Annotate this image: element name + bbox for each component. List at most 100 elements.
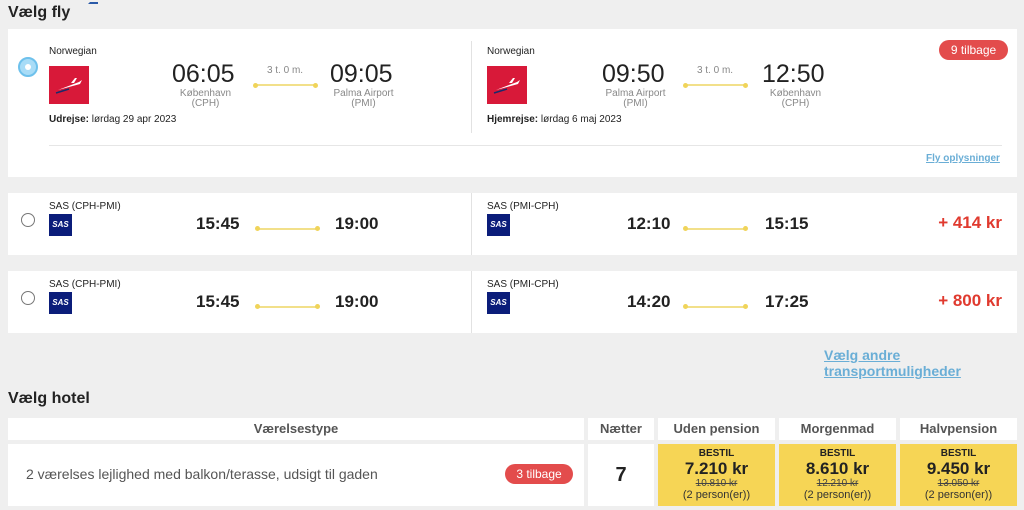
inbound-dep-place: Palma Airport (PMI) <box>598 89 673 109</box>
room-type-cell: 2 værelses lejlighed med balkon/terasse,… <box>8 444 584 506</box>
in-dep-time: 12:10 <box>627 214 671 233</box>
sas-logo-icon: SAS <box>487 214 510 236</box>
price-option-no-board[interactable]: BESTIL 7.210 kr 10.810 kr (2 person(er)) <box>658 444 775 506</box>
top-marker <box>88 0 98 4</box>
price-option-half-board[interactable]: BESTIL 9.450 kr 13.050 kr (2 person(er)) <box>900 444 1017 506</box>
divider <box>471 41 472 133</box>
rooms-left-badge: 3 tilbage <box>505 464 573 484</box>
book-label: BESTIL <box>698 448 735 459</box>
in-airline: SAS (PMI-CPH) <box>487 279 559 290</box>
in-dep-time: 14:20 <box>627 292 671 311</box>
inbound-date-value: lørdag 6 maj 2023 <box>538 114 622 125</box>
price-value: 9.450 kr <box>926 459 991 478</box>
hotel-section-title: Vælg hotel <box>8 390 90 407</box>
persons-label: (2 person(er)) <box>803 489 872 501</box>
header-nights: Nætter <box>588 418 654 440</box>
header-no-board: Uden pension <box>658 418 775 440</box>
inbound-route-line <box>685 84 745 86</box>
inbound-arr-place: København (CPH) <box>758 89 833 109</box>
route-dot <box>313 83 318 88</box>
norwegian-logo-icon <box>487 66 527 104</box>
room-type-name: 2 værelses lejlighed med balkon/terasse,… <box>26 466 378 482</box>
sas-logo-icon: SAS <box>49 214 72 236</box>
route-dot <box>683 226 688 231</box>
inbound-dep-code: (PMI) <box>623 98 648 109</box>
flight-info-link[interactable]: Fly oplysninger <box>926 153 1000 164</box>
out-dep-time: 15:45 <box>196 214 240 233</box>
outbound-arr-place: Palma Airport (PMI) <box>326 89 401 109</box>
alt-flight-card[interactable]: SAS (CPH-PMI) SAS 15:45 19:00 SAS (PMI-C… <box>8 271 1017 333</box>
sas-logo-icon: SAS <box>49 292 72 314</box>
divider <box>49 145 1002 146</box>
route-dot <box>743 226 748 231</box>
flights-section-title: Vælg fly <box>8 4 71 21</box>
book-label: BESTIL <box>819 448 856 459</box>
outbound-dep-time: 06:05 <box>172 60 235 88</box>
price-value: 8.610 kr <box>805 459 870 478</box>
inbound-dep-time: 09:50 <box>602 60 665 88</box>
old-price: 12.210 kr <box>816 478 859 489</box>
outbound-date-label: Udrejse: <box>49 114 90 125</box>
price-value: 7.210 kr <box>684 459 749 478</box>
outbound-airline: Norwegian <box>49 46 97 57</box>
flight-radio-selected[interactable] <box>18 57 38 77</box>
in-arr-time: 15:15 <box>765 214 809 233</box>
route-dot <box>743 304 748 309</box>
route-line <box>257 306 317 308</box>
route-dot <box>315 226 320 231</box>
header-half-board: Halvpension <box>900 418 1017 440</box>
book-label: BESTIL <box>940 448 977 459</box>
old-price: 10.810 kr <box>695 478 738 489</box>
outbound-route-line <box>255 84 315 86</box>
outbound-duration: 3 t. 0 m. <box>266 65 304 76</box>
alt-flight-card[interactable]: SAS (CPH-PMI) SAS 15:45 19:00 SAS (PMI-C… <box>8 193 1017 255</box>
price-option-breakfast[interactable]: BESTIL 8.610 kr 12.210 kr (2 person(er)) <box>779 444 896 506</box>
inbound-date-label: Hjemrejse: <box>487 114 539 125</box>
outbound-date-value: lørdag 29 apr 2023 <box>89 114 177 125</box>
route-line <box>257 228 317 230</box>
nights-value: 7 <box>588 444 654 506</box>
flight-radio[interactable] <box>21 213 35 227</box>
outbound-dep-code: (CPH) <box>191 98 220 109</box>
inbound-arr-time: 12:50 <box>762 60 825 88</box>
selected-flight-card[interactable]: Norwegian 06:05 København (CPH) 3 t. 0 m.… <box>8 29 1017 177</box>
inbound-duration: 3 t. 0 m. <box>696 65 734 76</box>
sas-logo-icon: SAS <box>487 292 510 314</box>
route-line <box>685 306 745 308</box>
route-dot <box>743 83 748 88</box>
in-airline: SAS (PMI-CPH) <box>487 201 559 212</box>
divider <box>471 193 472 255</box>
old-price: 13.050 kr <box>937 478 980 489</box>
inbound-arr-code: (CPH) <box>781 98 810 109</box>
other-transport-link[interactable]: Vælg andre transportmuligheder <box>824 347 1024 379</box>
norwegian-logo-icon <box>49 66 89 104</box>
inbound-airline: Norwegian <box>487 46 535 57</box>
route-dot <box>253 83 258 88</box>
out-dep-time: 15:45 <box>196 292 240 311</box>
route-dot <box>683 83 688 88</box>
divider <box>471 271 472 333</box>
outbound-arr-time: 09:05 <box>330 60 393 88</box>
outbound-dep-place: København (CPH) <box>168 89 243 109</box>
seats-left-badge: 9 tilbage <box>939 40 1008 60</box>
out-arr-time: 19:00 <box>335 292 379 311</box>
out-arr-time: 19:00 <box>335 214 379 233</box>
route-dot <box>315 304 320 309</box>
in-arr-time: 17:25 <box>765 292 809 311</box>
flight-radio[interactable] <box>21 291 35 305</box>
out-airline: SAS (CPH-PMI) <box>49 201 121 212</box>
out-airline: SAS (CPH-PMI) <box>49 279 121 290</box>
inbound-date: Hjemrejse: lørdag 6 maj 2023 <box>487 114 622 125</box>
route-line <box>685 228 745 230</box>
route-dot <box>255 304 260 309</box>
outbound-date: Udrejse: lørdag 29 apr 2023 <box>49 114 176 125</box>
outbound-arr-code: (PMI) <box>351 98 376 109</box>
header-breakfast: Morgenmad <box>779 418 896 440</box>
header-room-type: Værelsestype <box>8 418 584 440</box>
route-dot <box>683 304 688 309</box>
persons-label: (2 person(er)) <box>924 489 993 501</box>
route-dot <box>255 226 260 231</box>
price-difference: + 414 kr <box>938 213 1002 232</box>
price-difference: + 800 kr <box>938 291 1002 310</box>
persons-label: (2 person(er)) <box>682 489 751 501</box>
